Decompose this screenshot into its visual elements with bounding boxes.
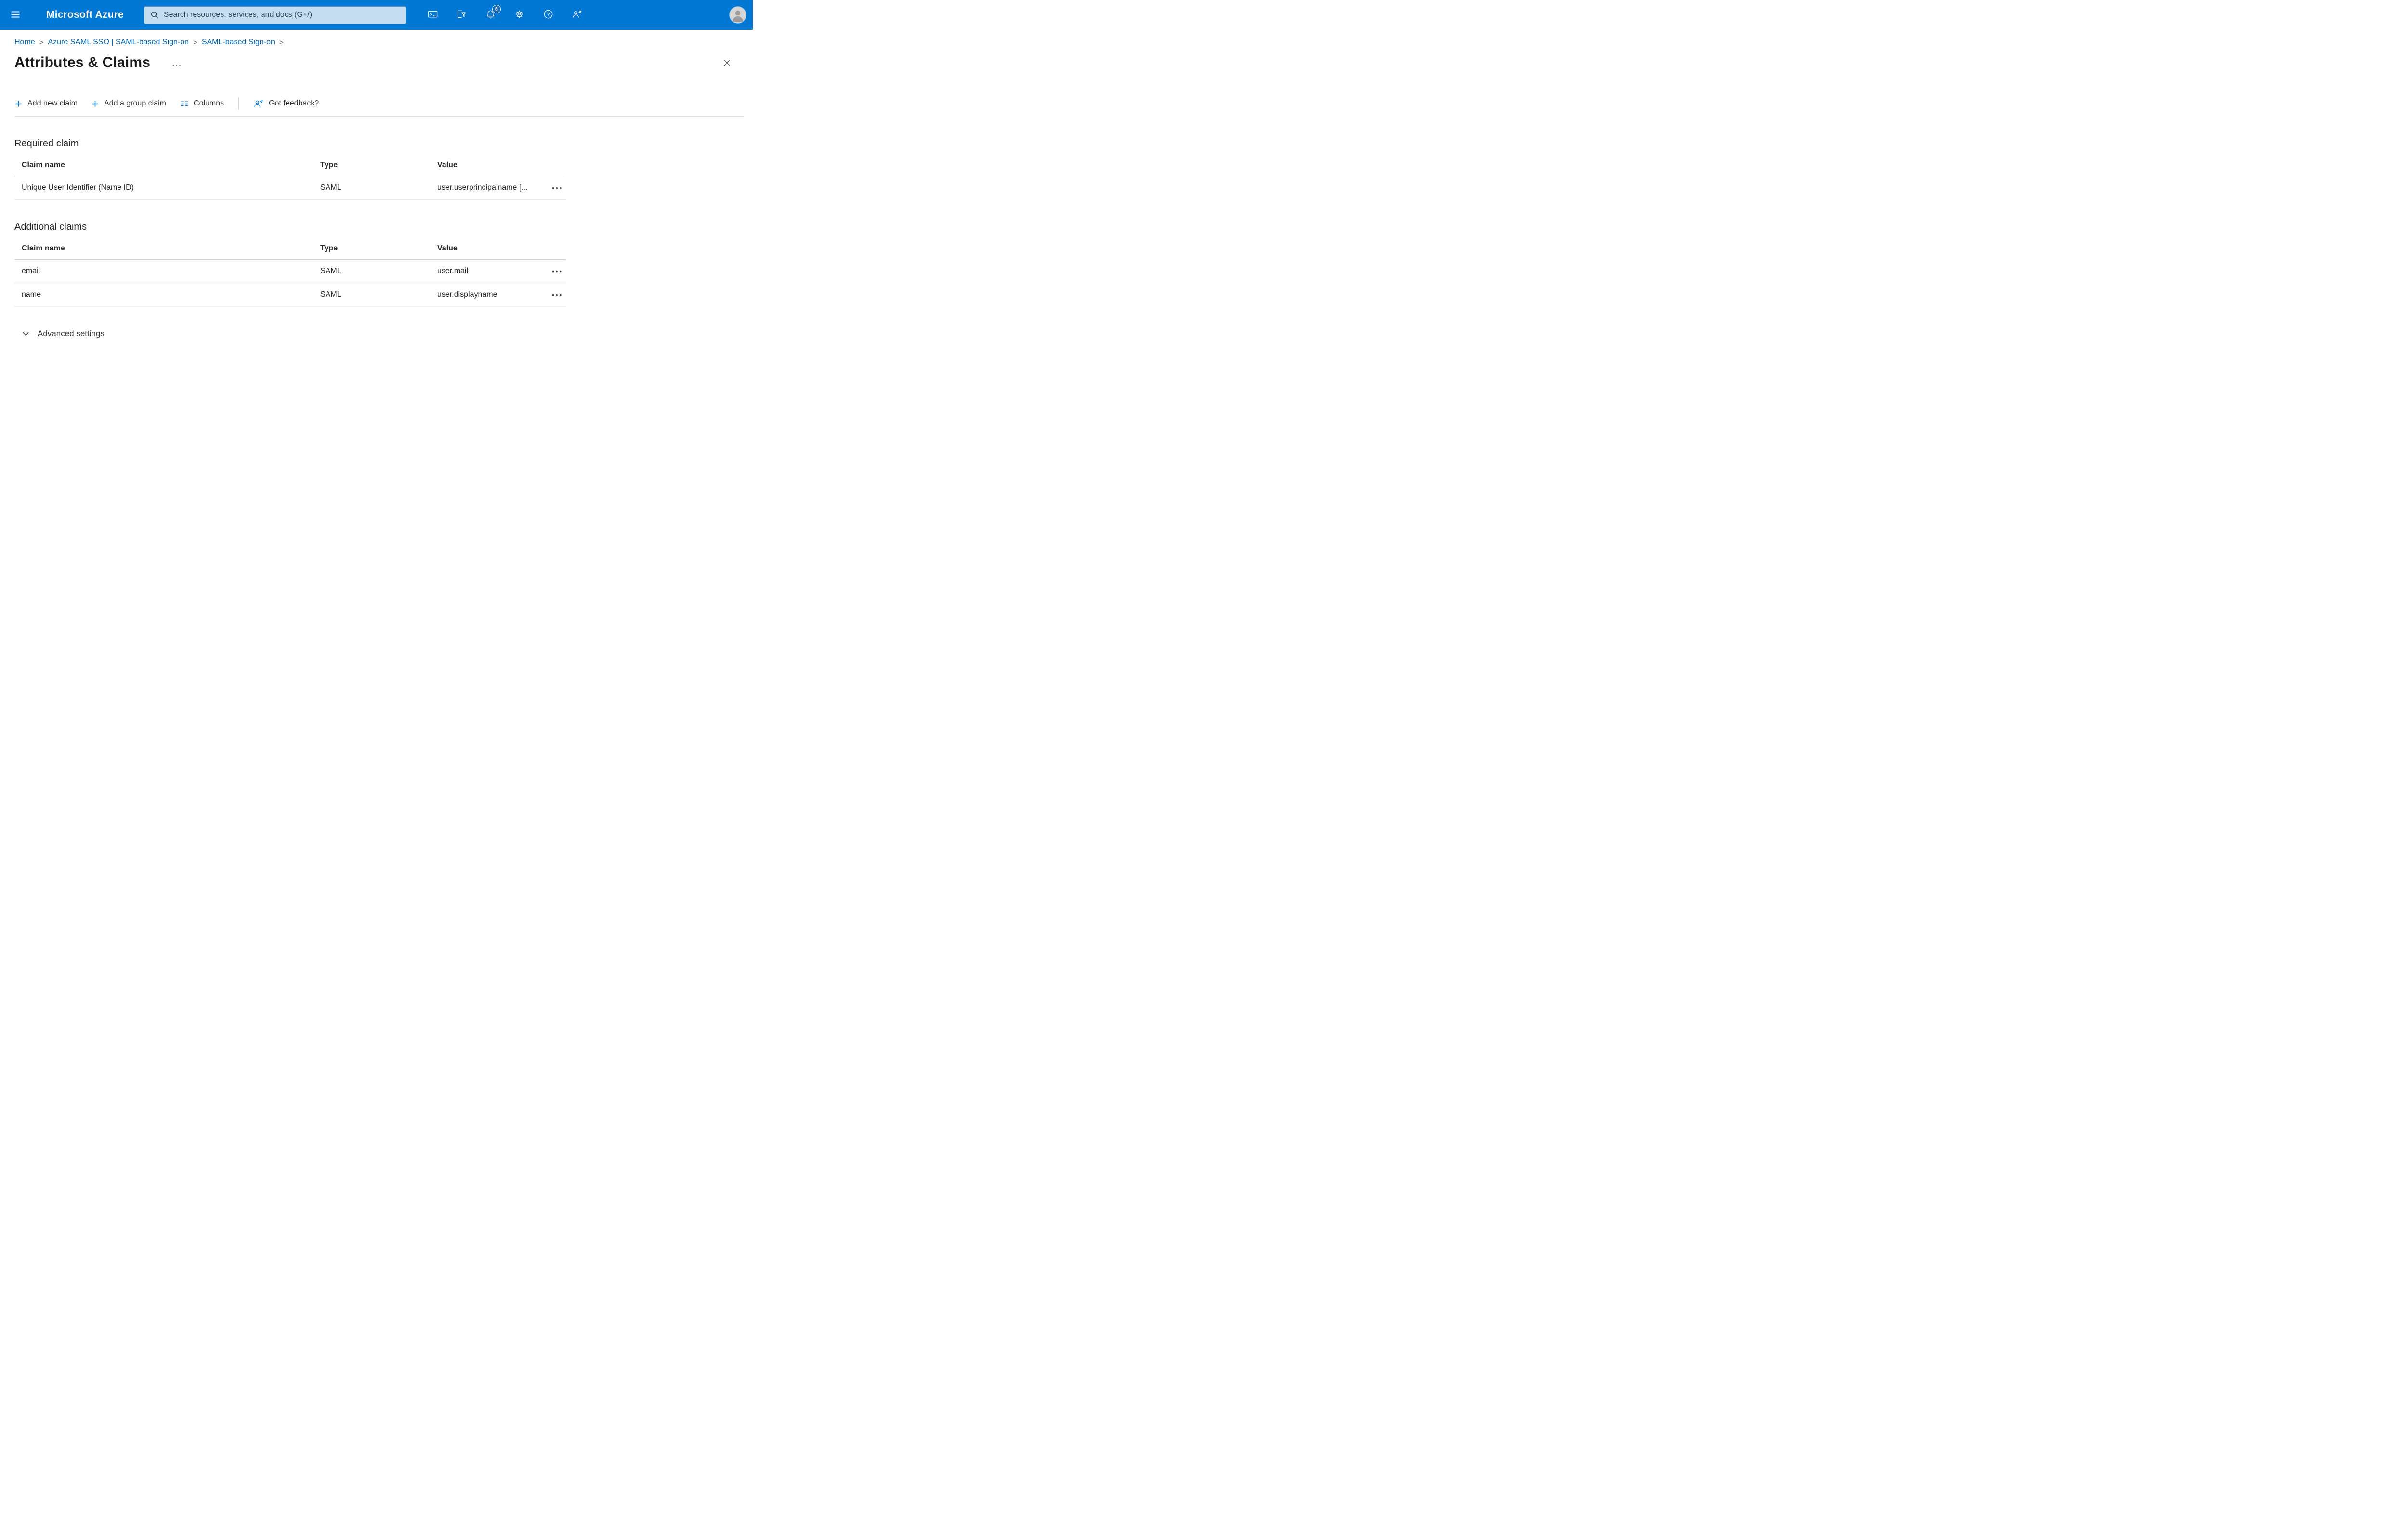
- advanced-settings-label: Advanced settings: [38, 329, 105, 338]
- claim-value-cell: user.displayname: [437, 290, 497, 299]
- page-header: Attributes & Claims …: [0, 47, 753, 71]
- add-group-claim-label: Add a group claim: [104, 99, 167, 107]
- close-icon: [722, 58, 732, 67]
- table-header-row: Claim name Type Value: [14, 154, 566, 176]
- claim-name-cell: email: [22, 267, 40, 275]
- table-header-row: Claim name Type Value: [14, 237, 566, 260]
- search-input[interactable]: [163, 11, 400, 19]
- columns-button[interactable]: Columns: [180, 99, 224, 108]
- claim-value-cell: user.userprincipalname [...: [437, 184, 528, 192]
- cloud-shell-icon: [427, 9, 438, 21]
- row-context-menu-button[interactable]: •••: [549, 266, 566, 277]
- gear-icon: [514, 9, 525, 21]
- table-row[interactable]: email SAML user.mail •••: [14, 260, 566, 283]
- claim-type-cell: SAML: [320, 290, 341, 299]
- got-feedback-label: Got feedback?: [269, 99, 319, 107]
- toolbar-rule: [14, 116, 744, 117]
- top-bar-actions: 6 ?: [422, 4, 588, 26]
- page-title: Attributes & Claims: [14, 54, 151, 70]
- notification-badge: 6: [492, 5, 501, 13]
- breadcrumb-separator-icon: >: [39, 38, 44, 47]
- column-header-value: Value: [437, 244, 458, 252]
- plus-icon: [14, 100, 23, 108]
- command-bar: Add new claim Add a group claim Columns …: [0, 94, 753, 113]
- claim-value-cell: user.mail: [437, 267, 469, 275]
- close-blade-button[interactable]: [720, 56, 733, 69]
- avatar-person-icon: [730, 7, 746, 23]
- breadcrumb-app-signon[interactable]: Azure SAML SSO | SAML-based Sign-on: [48, 38, 189, 47]
- columns-icon: [180, 99, 189, 108]
- additional-claims-table: Claim name Type Value email SAML user.ma…: [14, 237, 566, 307]
- top-bar: Microsoft Azure 6: [0, 0, 753, 30]
- chevron-down-icon: [22, 330, 30, 338]
- got-feedback-button[interactable]: Got feedback?: [253, 98, 319, 109]
- row-context-menu-button[interactable]: •••: [549, 289, 566, 301]
- account-avatar[interactable]: [730, 7, 746, 23]
- hamburger-icon: [10, 9, 21, 22]
- claim-name-cell: name: [22, 290, 41, 299]
- feedback-person-icon: [572, 9, 583, 21]
- add-new-claim-button[interactable]: Add new claim: [14, 99, 78, 108]
- claim-type-cell: SAML: [320, 267, 341, 275]
- add-new-claim-label: Add new claim: [27, 99, 78, 107]
- breadcrumb-saml-signon[interactable]: SAML-based Sign-on: [202, 38, 275, 47]
- table-row[interactable]: name SAML user.displayname •••: [14, 283, 566, 307]
- svg-text:?: ?: [547, 12, 550, 17]
- azure-portal: Microsoft Azure 6: [0, 0, 753, 381]
- feedback-person-icon: [253, 98, 264, 109]
- row-context-menu-button[interactable]: •••: [549, 183, 566, 194]
- additional-claims-heading: Additional claims: [14, 222, 87, 232]
- breadcrumb: Home > Azure SAML SSO | SAML-based Sign-…: [0, 30, 753, 47]
- brand-title[interactable]: Microsoft Azure: [46, 9, 124, 21]
- ellipsis-icon: •••: [552, 291, 563, 299]
- table-row[interactable]: Unique User Identifier (Name ID) SAML us…: [14, 176, 566, 200]
- breadcrumb-home[interactable]: Home: [14, 38, 35, 47]
- required-claim-heading: Required claim: [14, 138, 79, 149]
- cloud-shell-button[interactable]: [422, 4, 444, 26]
- feedback-button[interactable]: [567, 4, 588, 26]
- page-context-menu-button[interactable]: …: [171, 58, 182, 68]
- directory-filter-button[interactable]: [451, 4, 472, 26]
- global-search: [144, 6, 406, 24]
- help-icon: ?: [543, 9, 554, 21]
- ellipsis-icon: •••: [552, 267, 563, 275]
- column-header-type: Type: [320, 244, 338, 252]
- columns-label: Columns: [194, 99, 224, 107]
- breadcrumb-separator-icon: >: [193, 38, 197, 47]
- claim-type-cell: SAML: [320, 184, 341, 192]
- toolbar-divider: [238, 97, 239, 110]
- notifications-button[interactable]: 6: [480, 4, 501, 26]
- additional-claims-section: Additional claims Claim name Type Value …: [0, 222, 753, 307]
- add-group-claim-button[interactable]: Add a group claim: [91, 99, 166, 108]
- column-header-claim-name: Claim name: [22, 160, 65, 169]
- column-header-type: Type: [320, 160, 338, 169]
- claim-name-cell: Unique User Identifier (Name ID): [22, 184, 134, 192]
- required-claim-table: Claim name Type Value Unique User Identi…: [14, 154, 566, 200]
- ellipsis-icon: …: [171, 57, 183, 68]
- column-header-claim-name: Claim name: [22, 244, 65, 252]
- advanced-settings-toggle[interactable]: Advanced settings: [22, 329, 105, 339]
- directory-filter-icon: [456, 9, 467, 21]
- required-claim-section: Required claim Claim name Type Value Uni…: [0, 138, 753, 200]
- help-button[interactable]: ?: [538, 4, 559, 26]
- breadcrumb-separator-icon: >: [279, 38, 284, 47]
- ellipsis-icon: •••: [552, 184, 563, 192]
- column-header-value: Value: [437, 160, 458, 169]
- plus-icon: [91, 100, 99, 108]
- settings-button[interactable]: [509, 4, 530, 26]
- search-icon: [150, 11, 159, 20]
- hamburger-menu-button[interactable]: [5, 4, 26, 26]
